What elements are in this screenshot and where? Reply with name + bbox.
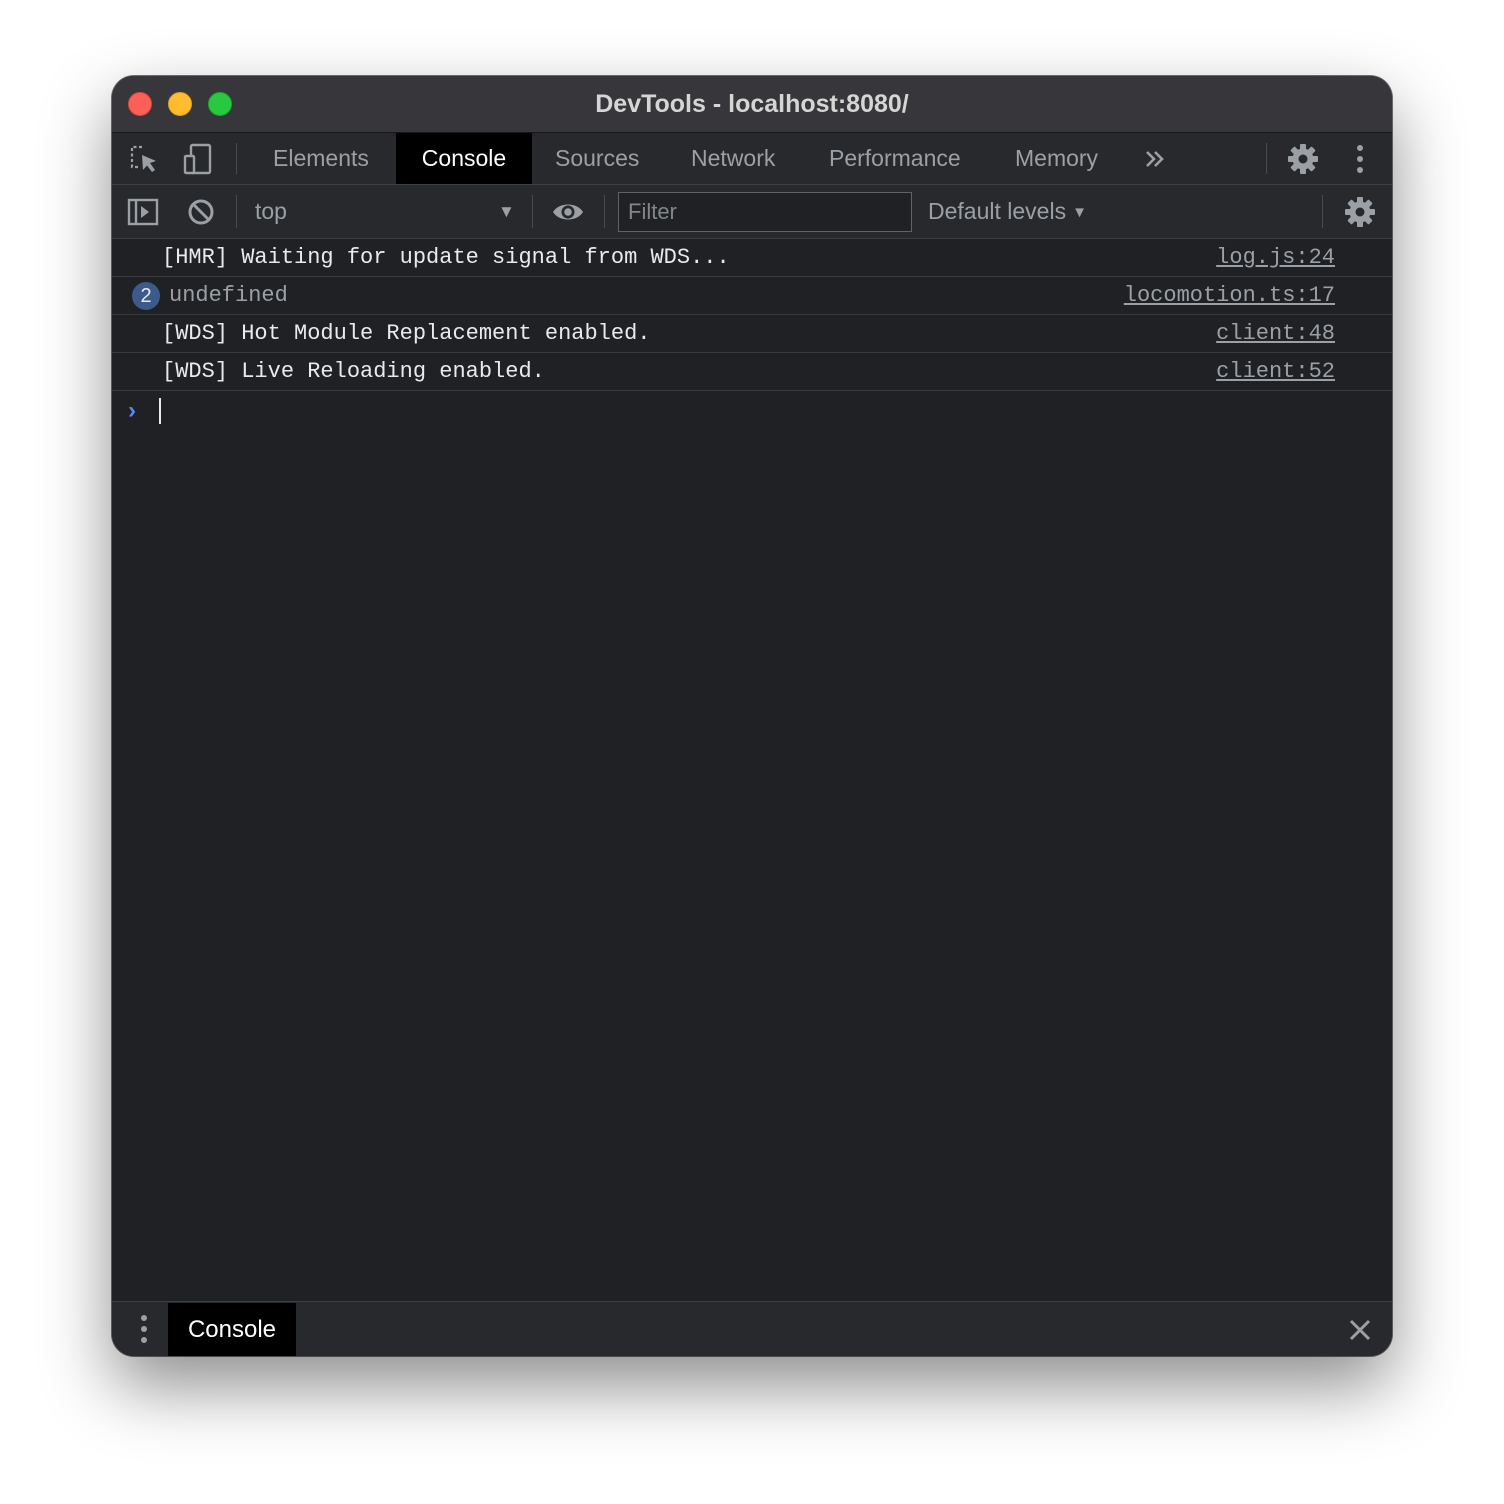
tab-sources[interactable]: Sources <box>555 133 639 184</box>
toolbar-divider <box>1266 143 1267 174</box>
inspect-element-button[interactable] <box>126 142 162 176</box>
toolbar-divider <box>236 143 237 174</box>
source-link[interactable]: locomotion.ts:17 <box>1124 277 1335 314</box>
log-levels-dropdown[interactable]: Default levels ▼ <box>928 185 1087 238</box>
tab-network[interactable]: Network <box>691 133 775 184</box>
log-levels-label: Default levels <box>928 198 1067 224</box>
sidebar-toggle-icon <box>127 198 159 226</box>
source-link[interactable]: log.js:24 <box>1216 239 1335 276</box>
console-settings-button[interactable] <box>1342 195 1378 229</box>
chevron-down-icon: ▼ <box>1072 204 1087 221</box>
message-text: undefined <box>169 283 288 308</box>
console-message: [WDS] Live Reloading enabled. client:52 <box>112 353 1392 391</box>
gear-icon <box>1288 144 1318 174</box>
console-message: 2 undefined locomotion.ts:17 <box>112 277 1392 315</box>
prompt-chevron-icon: › <box>128 397 136 424</box>
context-selector[interactable]: top <box>255 185 287 238</box>
tab-console[interactable]: Console <box>396 133 532 184</box>
filter-input[interactable] <box>618 192 912 232</box>
toolbar-divider <box>604 195 605 228</box>
inspect-element-icon <box>130 145 156 172</box>
source-link[interactable]: client:48 <box>1216 315 1335 352</box>
console-toolbar: top ▼ Default levels ▼ <box>112 185 1392 239</box>
sidebar-toggle-button[interactable] <box>126 195 160 229</box>
drawer-bar: Console <box>112 1301 1392 1356</box>
source-link[interactable]: client:52 <box>1216 353 1335 390</box>
device-toolbar-icon <box>183 143 212 175</box>
devtools-window: DevTools - localhost:8080/ Elements Cons… <box>112 76 1392 1356</box>
chevron-double-right-icon <box>1146 151 1164 167</box>
clear-console-icon <box>188 199 214 225</box>
clear-console-button[interactable] <box>184 195 218 229</box>
repeat-count-badge: 2 <box>132 282 160 310</box>
eye-icon <box>553 204 583 220</box>
message-text: [HMR] Waiting for update signal from WDS… <box>162 245 730 270</box>
toolbar-divider <box>1322 195 1323 228</box>
toolbar-divider <box>236 195 237 228</box>
drawer-tab-console[interactable]: Console <box>168 1303 296 1356</box>
drawer-menu-button[interactable] <box>132 1312 156 1346</box>
console-message: [HMR] Waiting for update signal from WDS… <box>112 239 1392 277</box>
tab-performance[interactable]: Performance <box>829 133 961 184</box>
more-tabs-button[interactable] <box>1142 144 1168 174</box>
text-caret <box>159 398 161 424</box>
gear-icon <box>1345 197 1375 227</box>
tab-elements[interactable]: Elements <box>273 133 369 184</box>
settings-button[interactable] <box>1285 142 1321 176</box>
close-drawer-button[interactable] <box>1344 1314 1376 1346</box>
window-title: DevTools - localhost:8080/ <box>595 90 909 118</box>
device-toolbar-button[interactable] <box>180 142 216 176</box>
vertical-ellipsis-icon <box>1357 145 1363 173</box>
close-icon <box>1349 1319 1371 1341</box>
title-bar: DevTools - localhost:8080/ <box>112 76 1392 133</box>
context-dropdown-icon[interactable]: ▼ <box>498 185 515 238</box>
message-text: [WDS] Live Reloading enabled. <box>162 359 545 384</box>
live-expression-button[interactable] <box>548 196 588 228</box>
tab-memory[interactable]: Memory <box>1015 133 1098 184</box>
console-messages: [HMR] Waiting for update signal from WDS… <box>112 239 1392 431</box>
main-tabs-bar: Elements Console Sources Network Perform… <box>112 133 1392 185</box>
console-prompt[interactable]: › <box>112 391 1392 431</box>
console-message: [WDS] Hot Module Replacement enabled. cl… <box>112 315 1392 353</box>
toolbar-divider <box>532 195 533 228</box>
vertical-ellipsis-icon <box>141 1315 147 1343</box>
customize-menu-button[interactable] <box>1348 142 1372 176</box>
message-text: [WDS] Hot Module Replacement enabled. <box>162 321 651 346</box>
